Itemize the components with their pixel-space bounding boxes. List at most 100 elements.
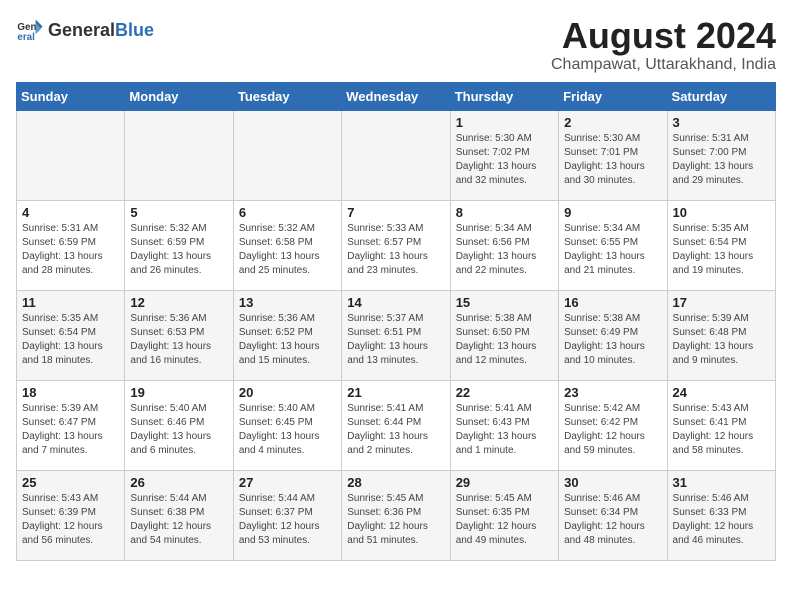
day-info: Sunrise: 5:43 AM Sunset: 6:41 PM Dayligh… — [673, 402, 770, 458]
day-header-row: SundayMondayTuesdayWednesdayThursdayFrid… — [17, 82, 776, 110]
day-number: 21 — [347, 385, 444, 400]
calendar-cell — [125, 110, 233, 200]
header-saturday: Saturday — [667, 82, 775, 110]
day-number: 15 — [456, 295, 553, 310]
day-info: Sunrise: 5:31 AM Sunset: 7:00 PM Dayligh… — [673, 132, 770, 188]
day-number: 3 — [673, 115, 770, 130]
day-info: Sunrise: 5:39 AM Sunset: 6:47 PM Dayligh… — [22, 402, 119, 458]
calendar-cell: 26 Sunrise: 5:44 AM Sunset: 6:38 PM Dayli… — [125, 470, 233, 560]
day-info: Sunrise: 5:32 AM Sunset: 6:59 PM Dayligh… — [130, 222, 227, 278]
day-info: Sunrise: 5:46 AM Sunset: 6:33 PM Dayligh… — [673, 492, 770, 548]
calendar-cell: 6 Sunrise: 5:32 AM Sunset: 6:58 PM Daylig… — [233, 200, 341, 290]
day-info: Sunrise: 5:46 AM Sunset: 6:34 PM Dayligh… — [564, 492, 661, 548]
day-info: Sunrise: 5:41 AM Sunset: 6:43 PM Dayligh… — [456, 402, 553, 458]
calendar-cell: 1Sunrise: 5:30 AM Sunset: 7:02 PM Daylig… — [450, 110, 558, 200]
day-number: 25 — [22, 475, 119, 490]
day-number: 17 — [673, 295, 770, 310]
calendar-cell: 31 Sunrise: 5:46 AM Sunset: 6:33 PM Dayli… — [667, 470, 775, 560]
header-friday: Friday — [559, 82, 667, 110]
week-row-5: 25 Sunrise: 5:43 AM Sunset: 6:39 PM Dayli… — [17, 470, 776, 560]
calendar-cell: 8 Sunrise: 5:34 AM Sunset: 6:56 PM Daylig… — [450, 200, 558, 290]
day-number: 26 — [130, 475, 227, 490]
calendar-cell — [233, 110, 341, 200]
calendar-cell: 23Sunrise: 5:42 AM Sunset: 6:42 PM Dayli… — [559, 380, 667, 470]
day-number: 30 — [564, 475, 661, 490]
calendar-cell: 27Sunrise: 5:44 AM Sunset: 6:37 PM Dayli… — [233, 470, 341, 560]
calendar-cell: 29Sunrise: 5:45 AM Sunset: 6:35 PM Dayli… — [450, 470, 558, 560]
main-title: August 2024 — [551, 16, 776, 56]
day-info: Sunrise: 5:33 AM Sunset: 6:57 PM Dayligh… — [347, 222, 444, 278]
calendar-cell: 13Sunrise: 5:36 AM Sunset: 6:52 PM Dayli… — [233, 290, 341, 380]
calendar-cell: 21 Sunrise: 5:41 AM Sunset: 6:44 PM Dayli… — [342, 380, 450, 470]
day-info: Sunrise: 5:40 AM Sunset: 6:46 PM Dayligh… — [130, 402, 227, 458]
week-row-4: 18 Sunrise: 5:39 AM Sunset: 6:47 PM Dayli… — [17, 380, 776, 470]
day-number: 16 — [564, 295, 661, 310]
day-info: Sunrise: 5:31 AM Sunset: 6:59 PM Dayligh… — [22, 222, 119, 278]
calendar-cell: 9 Sunrise: 5:34 AM Sunset: 6:55 PM Daylig… — [559, 200, 667, 290]
day-info: Sunrise: 5:44 AM Sunset: 6:38 PM Dayligh… — [130, 492, 227, 548]
logo-icon: Gen eral — [16, 16, 44, 44]
day-info: Sunrise: 5:35 AM Sunset: 6:54 PM Dayligh… — [673, 222, 770, 278]
calendar-cell: 19 Sunrise: 5:40 AM Sunset: 6:46 PM Dayli… — [125, 380, 233, 470]
calendar-cell: 12 Sunrise: 5:36 AM Sunset: 6:53 PM Dayli… — [125, 290, 233, 380]
header-sunday: Sunday — [17, 82, 125, 110]
calendar-cell: 3 Sunrise: 5:31 AM Sunset: 7:00 PM Daylig… — [667, 110, 775, 200]
day-info: Sunrise: 5:36 AM Sunset: 6:53 PM Dayligh… — [130, 312, 227, 368]
day-number: 29 — [456, 475, 553, 490]
calendar-cell: 25 Sunrise: 5:43 AM Sunset: 6:39 PM Dayli… — [17, 470, 125, 560]
day-number: 24 — [673, 385, 770, 400]
day-number: 8 — [456, 205, 553, 220]
day-info: Sunrise: 5:44 AM Sunset: 6:37 PM Dayligh… — [239, 492, 336, 548]
week-row-3: 11Sunrise: 5:35 AM Sunset: 6:54 PM Dayli… — [17, 290, 776, 380]
day-number: 28 — [347, 475, 444, 490]
day-number: 23 — [564, 385, 661, 400]
day-info: Sunrise: 5:34 AM Sunset: 6:55 PM Dayligh… — [564, 222, 661, 278]
day-number: 10 — [673, 205, 770, 220]
calendar-cell: 10 Sunrise: 5:35 AM Sunset: 6:54 PM Dayli… — [667, 200, 775, 290]
day-info: Sunrise: 5:30 AM Sunset: 7:01 PM Dayligh… — [564, 132, 661, 188]
day-number: 11 — [22, 295, 119, 310]
calendar-cell: 7Sunrise: 5:33 AM Sunset: 6:57 PM Daylig… — [342, 200, 450, 290]
day-number: 19 — [130, 385, 227, 400]
day-number: 6 — [239, 205, 336, 220]
day-info: Sunrise: 5:43 AM Sunset: 6:39 PM Dayligh… — [22, 492, 119, 548]
calendar-cell: 18 Sunrise: 5:39 AM Sunset: 6:47 PM Dayli… — [17, 380, 125, 470]
day-info: Sunrise: 5:34 AM Sunset: 6:56 PM Dayligh… — [456, 222, 553, 278]
subtitle: Champawat, Uttarakhand, India — [551, 56, 776, 74]
day-number: 9 — [564, 205, 661, 220]
calendar-cell — [342, 110, 450, 200]
calendar-cell: 24 Sunrise: 5:43 AM Sunset: 6:41 PM Dayli… — [667, 380, 775, 470]
calendar-cell: 28 Sunrise: 5:45 AM Sunset: 6:36 PM Dayli… — [342, 470, 450, 560]
header-tuesday: Tuesday — [233, 82, 341, 110]
day-number: 31 — [673, 475, 770, 490]
day-number: 14 — [347, 295, 444, 310]
day-number: 5 — [130, 205, 227, 220]
day-info: Sunrise: 5:30 AM Sunset: 7:02 PM Dayligh… — [456, 132, 553, 188]
calendar-cell: 15Sunrise: 5:38 AM Sunset: 6:50 PM Dayli… — [450, 290, 558, 380]
calendar-table: SundayMondayTuesdayWednesdayThursdayFrid… — [16, 82, 776, 561]
day-info: Sunrise: 5:41 AM Sunset: 6:44 PM Dayligh… — [347, 402, 444, 458]
day-info: Sunrise: 5:38 AM Sunset: 6:49 PM Dayligh… — [564, 312, 661, 368]
calendar-cell: 17Sunrise: 5:39 AM Sunset: 6:48 PM Dayli… — [667, 290, 775, 380]
day-number: 2 — [564, 115, 661, 130]
calendar-cell: 22Sunrise: 5:41 AM Sunset: 6:43 PM Dayli… — [450, 380, 558, 470]
week-row-1: 1Sunrise: 5:30 AM Sunset: 7:02 PM Daylig… — [17, 110, 776, 200]
day-info: Sunrise: 5:45 AM Sunset: 6:36 PM Dayligh… — [347, 492, 444, 548]
logo-text: GeneralBlue — [48, 20, 154, 41]
logo: Gen eral GeneralBlue — [16, 16, 154, 44]
week-row-2: 4 Sunrise: 5:31 AM Sunset: 6:59 PM Daylig… — [17, 200, 776, 290]
header: Gen eral GeneralBlue August 2024 Champaw… — [16, 16, 776, 74]
day-number: 18 — [22, 385, 119, 400]
calendar-cell: 30 Sunrise: 5:46 AM Sunset: 6:34 PM Dayli… — [559, 470, 667, 560]
calendar-cell: 5 Sunrise: 5:32 AM Sunset: 6:59 PM Daylig… — [125, 200, 233, 290]
day-info: Sunrise: 5:32 AM Sunset: 6:58 PM Dayligh… — [239, 222, 336, 278]
day-info: Sunrise: 5:36 AM Sunset: 6:52 PM Dayligh… — [239, 312, 336, 368]
header-monday: Monday — [125, 82, 233, 110]
calendar-cell: 2 Sunrise: 5:30 AM Sunset: 7:01 PM Daylig… — [559, 110, 667, 200]
calendar-cell: 20 Sunrise: 5:40 AM Sunset: 6:45 PM Dayli… — [233, 380, 341, 470]
day-info: Sunrise: 5:40 AM Sunset: 6:45 PM Dayligh… — [239, 402, 336, 458]
day-number: 12 — [130, 295, 227, 310]
day-number: 4 — [22, 205, 119, 220]
calendar-cell: 14Sunrise: 5:37 AM Sunset: 6:51 PM Dayli… — [342, 290, 450, 380]
day-number: 20 — [239, 385, 336, 400]
